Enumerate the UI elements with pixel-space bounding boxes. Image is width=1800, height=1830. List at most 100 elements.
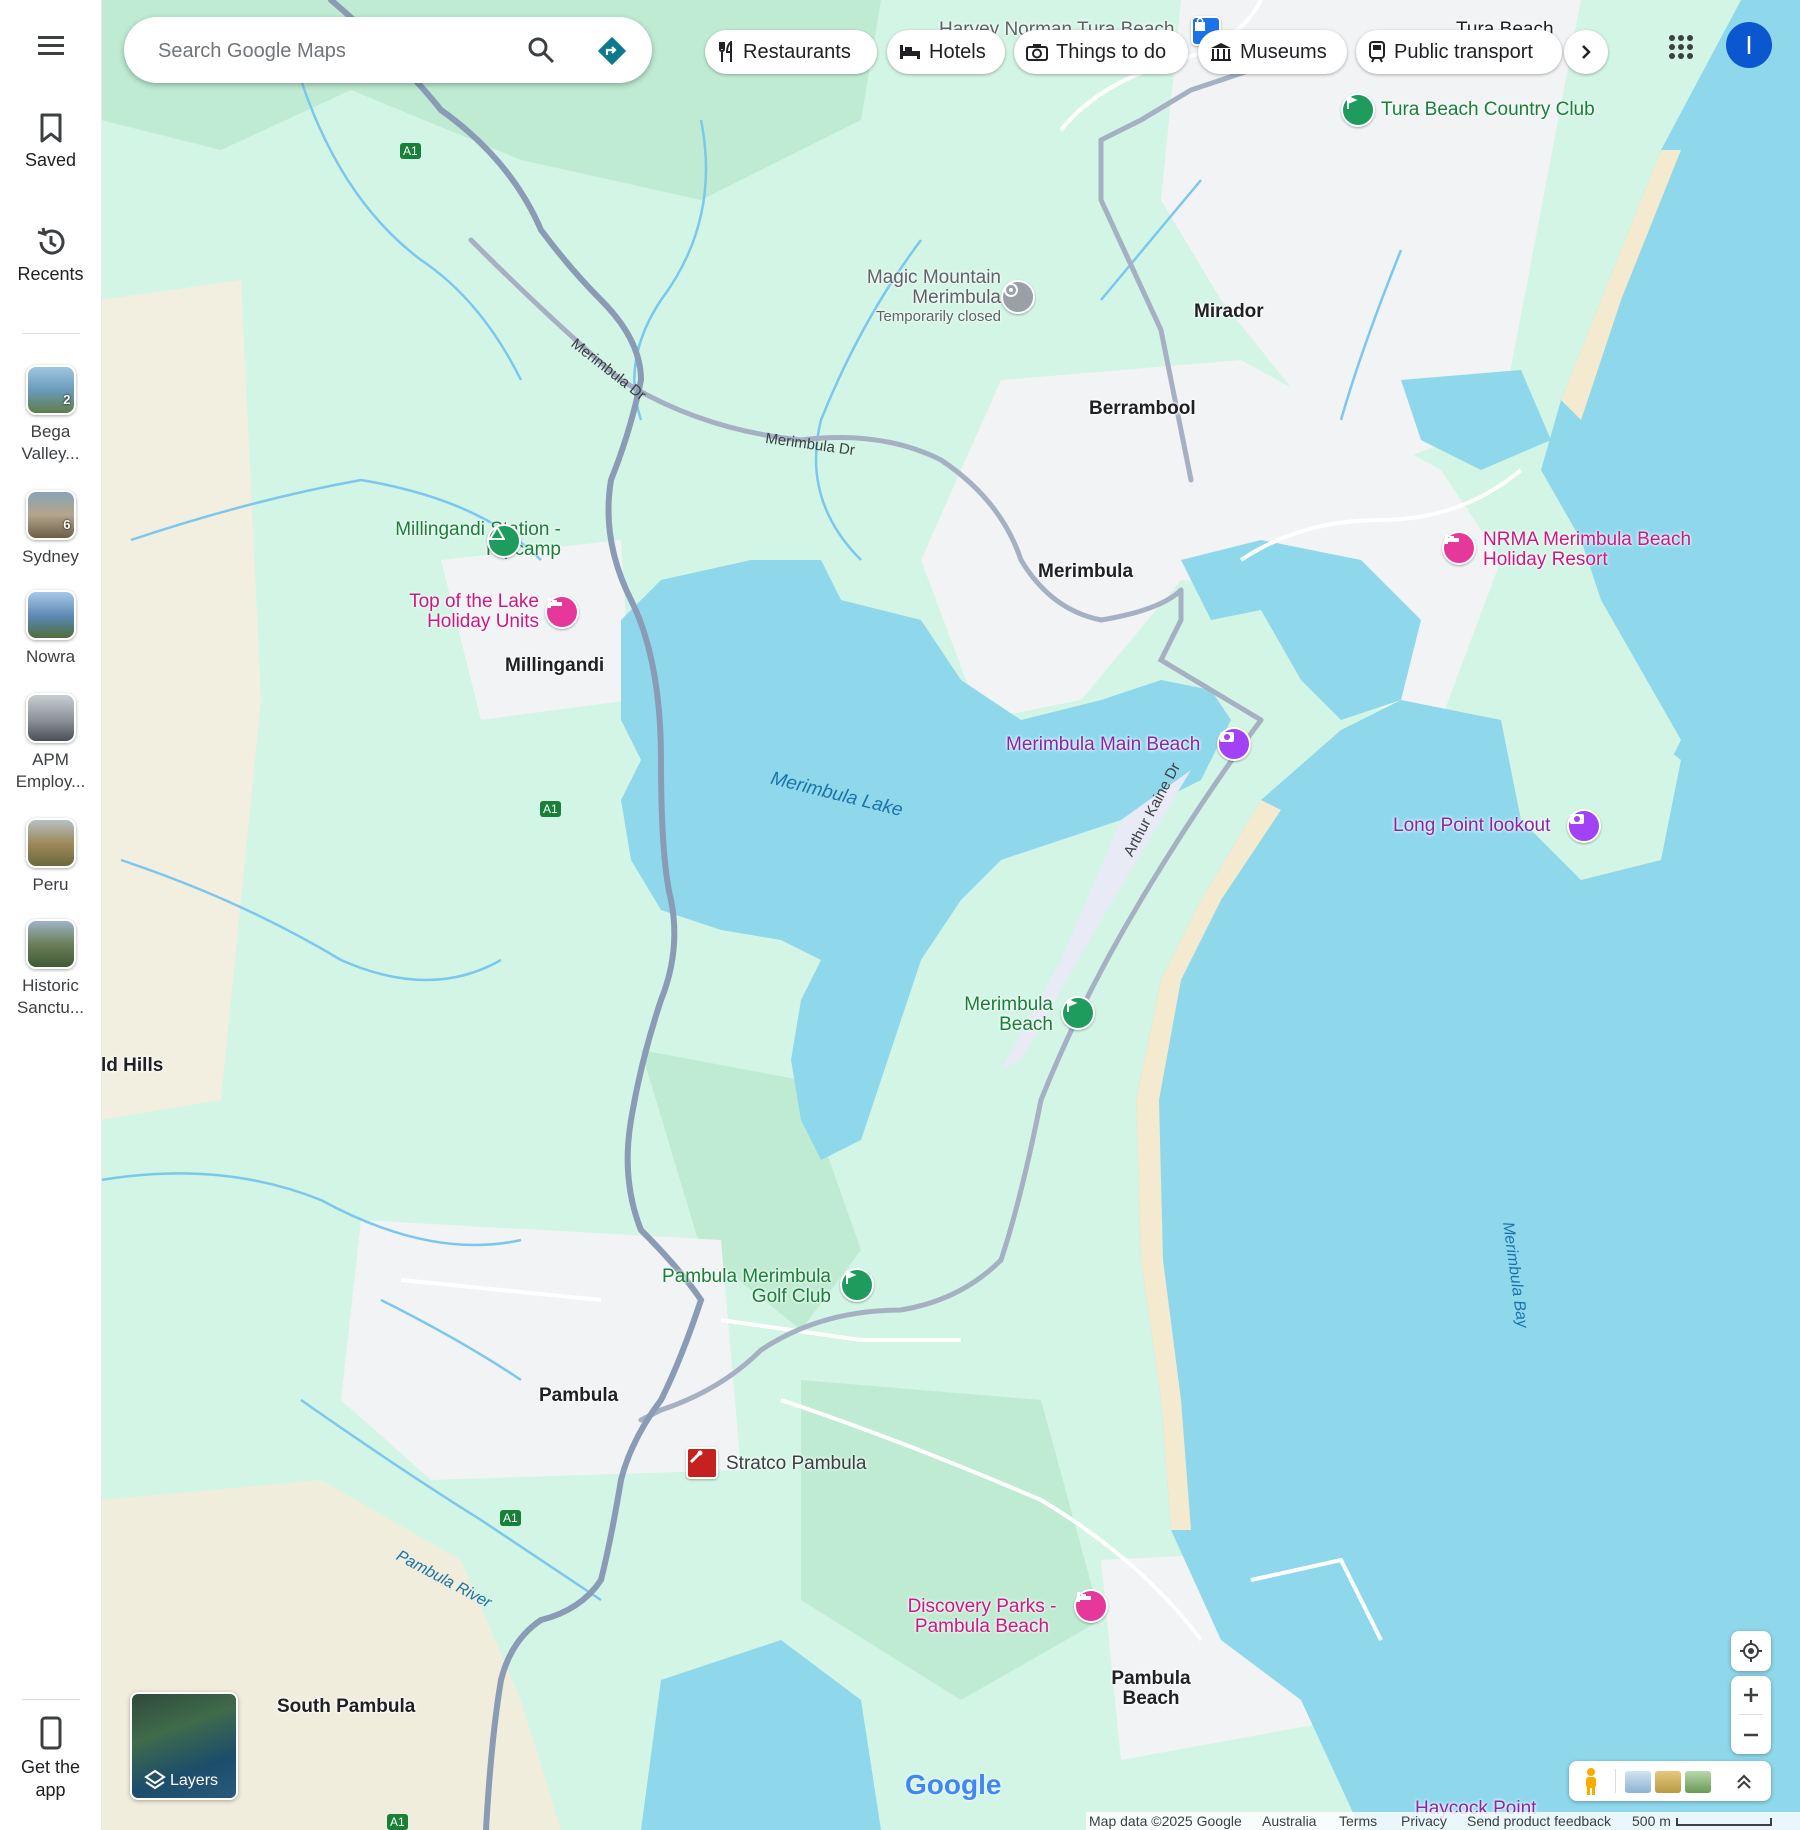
a1-shield: A1 — [400, 143, 421, 159]
country-link[interactable]: Australia — [1262, 1813, 1316, 1829]
apps-button[interactable] — [1666, 32, 1696, 62]
scale-label[interactable]: 500 m — [1632, 1813, 1671, 1829]
plus-icon — [1744, 1688, 1758, 1702]
scale-bar — [1676, 1818, 1772, 1826]
privacy-link[interactable]: Privacy — [1401, 1813, 1447, 1829]
camera-icon — [1220, 732, 1234, 742]
chips-next-button[interactable] — [1564, 30, 1608, 74]
label-mirador[interactable]: Mirador — [1194, 302, 1264, 322]
place-label: Bega Valley... — [21, 422, 80, 463]
layers-label: Layers — [170, 1772, 219, 1789]
recent-place-historic[interactable]: Historic Sanctu... — [0, 919, 101, 1019]
saved-label: Saved — [24, 150, 77, 170]
my-location-button[interactable] — [1731, 1631, 1771, 1671]
bed-icon — [548, 598, 562, 608]
search-input[interactable] — [156, 35, 520, 67]
hotel-pin[interactable] — [545, 595, 579, 629]
label-berrambool[interactable]: Berrambool — [1089, 399, 1196, 419]
chip-museums[interactable]: Museums — [1198, 30, 1347, 74]
golf-pin[interactable] — [1061, 996, 1095, 1030]
chip-label: Public transport — [1394, 40, 1533, 63]
pegman-button[interactable] — [1575, 1765, 1607, 1797]
send-feedback-link[interactable]: Send product feedback — [1467, 1813, 1611, 1829]
map-canvas[interactable]: A1 A1 A1 A1 Merimbula Dr Merimbula Dr Ar… — [101, 0, 1800, 1830]
poi-stratco[interactable]: Stratco Pambula — [726, 1454, 866, 1474]
apps-grid-icon — [1669, 35, 1693, 59]
search-box[interactable] — [124, 17, 652, 83]
chip-label: Museums — [1240, 40, 1327, 63]
ferris-wheel-icon — [1004, 283, 1018, 297]
zoom-in-button[interactable] — [1731, 1676, 1771, 1714]
chip-things-to-do[interactable]: Things to do — [1014, 30, 1188, 74]
chip-restaurants[interactable]: Restaurants — [705, 30, 877, 74]
poi-merimbula-beach[interactable]: Merimbula Beach — [951, 995, 1053, 1035]
golf-pin[interactable] — [1341, 93, 1375, 127]
place-thumbnail — [25, 590, 76, 640]
search-button[interactable] — [526, 35, 558, 67]
hotel-pin[interactable] — [1074, 1589, 1108, 1623]
saved-button[interactable]: Saved — [0, 112, 101, 171]
terms-link[interactable]: Terms — [1339, 1813, 1377, 1829]
poi-top-of-the-lake[interactable]: Top of the Lake Holiday Units — [381, 592, 539, 632]
attraction-pin[interactable] — [1567, 809, 1601, 843]
label-pambula-beach[interactable]: Pambula Beach — [1101, 1669, 1201, 1709]
poi-nrma-resort[interactable]: NRMA Merimbula Beach Holiday Resort — [1483, 530, 1703, 570]
recent-place-peru[interactable]: Peru — [0, 818, 101, 896]
map-type-thumb-transit[interactable] — [1625, 1771, 1651, 1793]
place-label: Nowra — [25, 647, 76, 666]
history-icon — [37, 227, 64, 255]
get-app-button[interactable]: Get the app — [0, 1716, 101, 1802]
attraction-pin-closed[interactable] — [1001, 280, 1035, 314]
expand-controls-button[interactable] — [1729, 1767, 1759, 1797]
layers-button[interactable]: Layers — [130, 1692, 238, 1800]
map-type-thumb-terrain[interactable] — [1655, 1771, 1681, 1793]
hardware-store-pin[interactable] — [686, 1447, 718, 1479]
chip-public-transport[interactable]: Public transport — [1356, 30, 1562, 74]
recent-place-nowra[interactable]: Nowra — [0, 590, 101, 668]
tent-icon — [489, 526, 505, 540]
sidebar-divider — [22, 1699, 80, 1700]
account-avatar[interactable]: I — [1726, 22, 1772, 68]
chip-hotels[interactable]: Hotels — [887, 30, 1005, 74]
poi-millingandi-station[interactable]: Millingandi Station - Hipcamp — [321, 520, 561, 560]
chevron-up-icon — [1737, 1774, 1751, 1789]
golf-pin[interactable] — [840, 1268, 874, 1302]
get-app-label: Get the app — [20, 1757, 81, 1800]
label-ld-hills[interactable]: ld Hills — [101, 1056, 163, 1076]
sidebar: Saved Recents 2 Bega Valley... 6 Sydney … — [0, 0, 102, 1830]
place-thumbnail — [25, 919, 76, 969]
poi-discovery-parks[interactable]: Discovery Parks - Pambula Beach — [901, 1597, 1063, 1637]
place-label: Historic Sanctu... — [16, 976, 85, 1017]
tools-icon — [689, 1450, 703, 1464]
menu-button[interactable] — [0, 34, 101, 62]
map-type-thumb-satellite[interactable] — [1685, 1771, 1711, 1793]
avatar-initial: I — [1745, 29, 1753, 60]
a1-shield: A1 — [540, 801, 561, 817]
campground-pin[interactable] — [487, 524, 521, 558]
zoom-out-button[interactable] — [1731, 1715, 1771, 1754]
label-pambula[interactable]: Pambula — [539, 1386, 618, 1406]
pegman-icon — [1586, 1768, 1596, 1795]
poi-golf-club[interactable]: Pambula Merimbula Golf Club — [631, 1267, 831, 1307]
layers-icon — [144, 1769, 166, 1790]
label-millingandi[interactable]: Millingandi — [505, 656, 604, 676]
label-south-pambula[interactable]: South Pambula — [277, 1697, 415, 1717]
poi-magic-mountain[interactable]: Magic Mountain Merimbula — [821, 268, 1001, 308]
controls-divider — [1615, 1769, 1616, 1793]
label-merimbula[interactable]: Merimbula — [1038, 562, 1133, 582]
recent-place-sydney[interactable]: 6 Sydney — [0, 490, 101, 568]
poi-tura-beach-country-club[interactable]: Tura Beach Country Club — [1381, 100, 1595, 120]
poi-long-point-lookout[interactable]: Long Point lookout — [1393, 816, 1550, 836]
place-label: Sydney — [22, 547, 79, 566]
camera-icon — [1026, 44, 1048, 61]
camera-icon — [1570, 814, 1584, 824]
hotel-pin[interactable] — [1442, 531, 1476, 565]
directions-button[interactable] — [596, 35, 628, 67]
museum-icon — [1211, 43, 1231, 61]
recent-place-bega[interactable]: 2 Bega Valley... — [0, 365, 101, 465]
recent-place-apm[interactable]: APM Employ... — [0, 693, 101, 793]
attraction-pin[interactable] — [1217, 727, 1251, 761]
zoom-controls — [1731, 1676, 1771, 1754]
poi-merimbula-main-beach[interactable]: Merimbula Main Beach — [1006, 735, 1200, 755]
recents-button[interactable]: Recents — [0, 226, 101, 285]
